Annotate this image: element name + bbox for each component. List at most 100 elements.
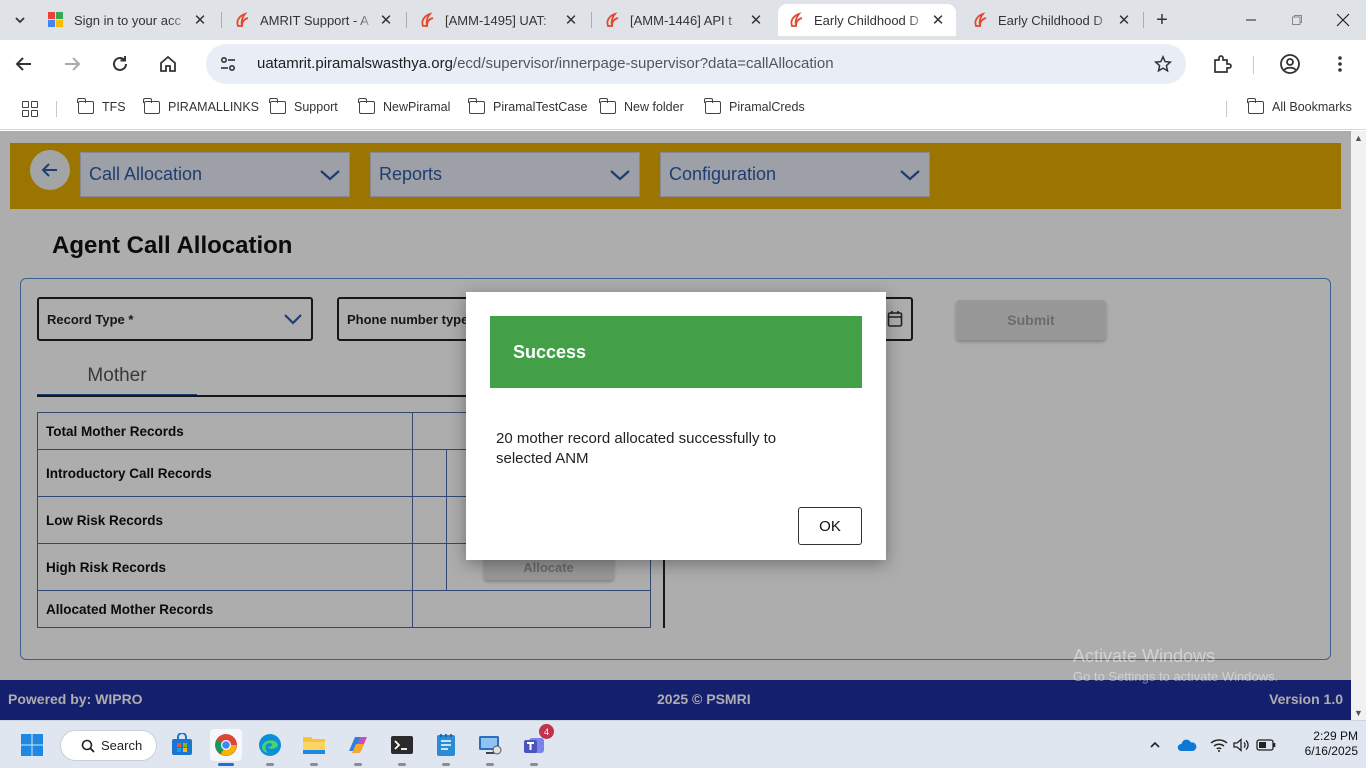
close-window-button[interactable] [1320, 0, 1366, 40]
restore-icon [1292, 15, 1302, 25]
tab-title: Early Childhood D [814, 12, 919, 28]
all-bookmarks[interactable]: All Bookmarks [1247, 97, 1352, 114]
taskbar-chrome[interactable] [210, 729, 242, 766]
windows-watermark-title: Activate Windows [1073, 646, 1216, 666]
folder-icon [269, 97, 286, 114]
windows-icon [21, 734, 43, 756]
tray-overflow-button[interactable] [1145, 735, 1165, 755]
system-clock[interactable]: 2:29 PM 6/16/2025 [1288, 729, 1358, 759]
amrit-icon [234, 12, 250, 28]
folder-icon [468, 97, 485, 114]
scroll-up-icon[interactable]: ▲ [1354, 133, 1363, 143]
folder-icon [704, 97, 721, 114]
start-button[interactable] [16, 729, 48, 761]
running-indicator [530, 763, 538, 766]
bookmark-folder-newpiramal[interactable]: NewPiramal [358, 97, 450, 114]
ok-button[interactable]: OK [798, 507, 862, 545]
bookmarks-bar: TFS PIRAMALLINKS Support NewPiramal Pira… [0, 88, 1366, 130]
menu-button[interactable] [1324, 48, 1356, 80]
restore-button[interactable] [1274, 0, 1320, 40]
tab-amrit-support[interactable]: AMRIT Support - A ✕ [224, 4, 404, 36]
taskbar-m365[interactable] [342, 729, 374, 766]
bookmark-separator [56, 101, 57, 117]
close-icon[interactable]: ✕ [378, 11, 394, 29]
tab-strip: Sign in to your acc ✕ AMRIT Support - A … [0, 0, 1366, 40]
bookmark-folder-support[interactable]: Support [269, 97, 338, 114]
address-bar[interactable]: uatamrit.piramalswasthya.org/ecd/supervi… [206, 44, 1186, 84]
taskbar-remote-desktop[interactable] [474, 729, 506, 766]
tab-amm-1446[interactable]: [AMM-1446] API t ✕ [594, 4, 774, 36]
tab-search-button[interactable] [8, 8, 32, 32]
plus-icon: + [1156, 8, 1168, 31]
edge-icon [259, 734, 281, 756]
close-icon[interactable]: ✕ [192, 11, 208, 29]
tab-early-childhood[interactable]: Early Childhood D ✕ [962, 4, 1142, 36]
running-indicator [398, 763, 406, 766]
tab-separator [1143, 12, 1144, 28]
minimize-icon [1246, 19, 1256, 21]
bookmark-folder-tfs[interactable]: TFS [77, 97, 126, 114]
amrit-icon [604, 12, 620, 28]
close-icon[interactable]: ✕ [1116, 11, 1132, 29]
browser-toolbar: uatamrit.piramalswasthya.org/ecd/supervi… [0, 40, 1366, 88]
m365-icon [349, 737, 367, 753]
taskbar-notepad[interactable] [430, 729, 462, 766]
tab-early-childhood-active[interactable]: Early Childhood D ✕ [778, 4, 956, 36]
site-info-icon[interactable] [216, 52, 240, 76]
bookmark-folder-piramaltestcase[interactable]: PiramalTestCase [468, 97, 587, 114]
forward-button[interactable] [56, 48, 88, 80]
windows-watermark-subtitle: Go to Settings to activate Windows. [1073, 669, 1279, 684]
back-button[interactable] [8, 48, 40, 80]
bookmark-folder-new-folder[interactable]: New folder [599, 97, 684, 114]
dialog-title: Success [490, 316, 862, 388]
chrome-icon [215, 734, 237, 756]
search-icon [81, 739, 95, 753]
tab-separator [221, 12, 222, 28]
tab-amm-1495[interactable]: [AMM-1495] UAT: ✕ [409, 4, 589, 36]
notepad-icon [437, 734, 455, 756]
onedrive-icon[interactable] [1177, 735, 1197, 755]
bookmark-separator [1226, 101, 1227, 117]
extensions-button[interactable] [1206, 48, 1238, 80]
taskbar-edge[interactable] [254, 729, 286, 766]
arrow-left-icon [15, 57, 31, 71]
bookmark-folder-piramalcreds[interactable]: PiramalCreds [704, 97, 805, 114]
battery-icon[interactable] [1256, 735, 1276, 755]
running-indicator [486, 763, 494, 766]
puzzle-icon [1214, 55, 1232, 73]
url-text: uatamrit.piramalswasthya.org/ecd/supervi… [257, 55, 834, 72]
profile-icon [1280, 54, 1300, 74]
taskbar-terminal[interactable] [386, 729, 418, 766]
close-icon[interactable]: ✕ [930, 11, 946, 29]
tab-title: [AMM-1495] UAT: [445, 12, 547, 28]
taskbar-file-explorer[interactable] [298, 729, 330, 766]
apps-grid-icon[interactable] [22, 101, 38, 117]
amrit-icon [972, 12, 988, 28]
chevron-down-icon [15, 17, 25, 24]
home-icon [160, 55, 176, 72]
close-icon [1336, 13, 1350, 27]
profile-button[interactable] [1274, 48, 1306, 80]
running-indicator [354, 763, 362, 766]
reload-button[interactable] [104, 48, 136, 80]
amrit-icon [788, 12, 804, 28]
taskbar-store[interactable] [166, 729, 198, 761]
folder-icon [1247, 97, 1264, 114]
taskbar-teams[interactable]: 4 [518, 724, 554, 766]
volume-icon[interactable] [1232, 735, 1252, 755]
scroll-down-icon[interactable]: ▼ [1354, 708, 1363, 718]
url-path: /ecd/supervisor/innerpage-supervisor?dat… [452, 55, 834, 72]
dialog-message: 20 mother record allocated successfully … [496, 430, 777, 467]
remote-desktop-icon [479, 736, 502, 755]
minimize-button[interactable] [1228, 0, 1274, 40]
close-icon[interactable]: ✕ [748, 11, 764, 29]
close-icon[interactable]: ✕ [563, 11, 579, 29]
home-button[interactable] [152, 48, 184, 80]
tab-google-signin[interactable]: Sign in to your acc ✕ [38, 4, 218, 36]
bookmark-folder-piramallinks[interactable]: PIRAMALLINKS [143, 97, 259, 114]
bookmark-star-icon[interactable] [1152, 53, 1174, 75]
page-scrollbar[interactable]: ▲ ▼ [1351, 131, 1366, 720]
new-tab-button[interactable]: + [1150, 8, 1174, 32]
taskbar-search[interactable]: Search [60, 730, 157, 761]
wifi-icon[interactable] [1209, 735, 1229, 755]
